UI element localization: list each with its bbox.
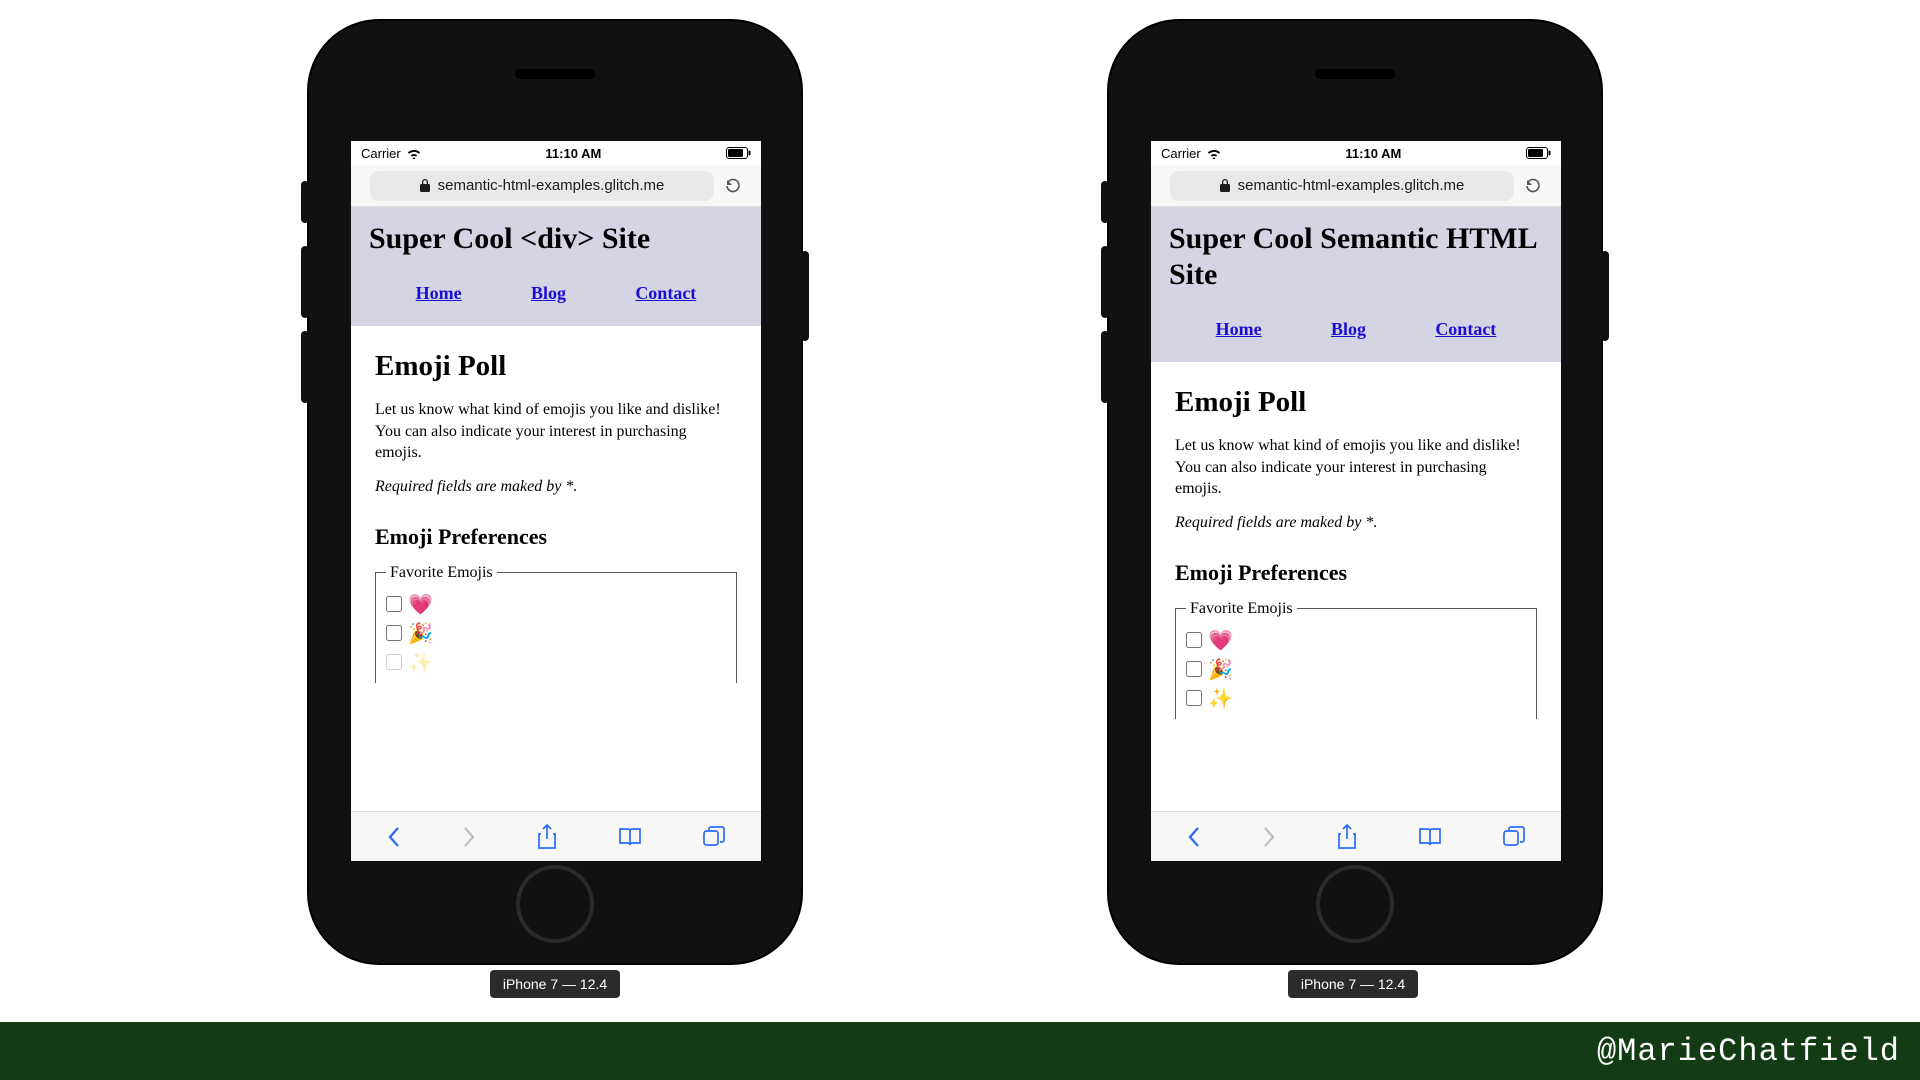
emoji-label: ✨ <box>408 650 433 675</box>
emoji-label: 💗 <box>408 592 433 617</box>
nav-contact[interactable]: Contact <box>635 283 696 304</box>
nav-contact[interactable]: Contact <box>1435 319 1496 340</box>
required-note: Required fields are maked by *. <box>1175 514 1537 532</box>
battery-icon <box>1526 147 1551 159</box>
url-text: semantic-html-examples.glitch.me <box>1238 177 1465 194</box>
site-header: Super Cool Semantic HTML Site Home Blog … <box>1151 207 1561 362</box>
fieldset-legend: Favorite Emojis <box>386 564 497 582</box>
phone-right: Carrier 11:10 AM semantic-html-examples.… <box>1109 21 1601 963</box>
emoji-label: ✨ <box>1208 686 1233 711</box>
phone-left: Carrier 11:10 AM semantic-html-examples.… <box>309 21 801 963</box>
mute-switch <box>301 181 309 223</box>
attribution: @MarieChatfield <box>1597 1033 1900 1070</box>
carrier-label: Carrier <box>361 146 401 161</box>
mute-switch <box>1101 181 1109 223</box>
site-nav: Home Blog Contact <box>369 283 743 304</box>
forward-button[interactable] <box>462 826 476 848</box>
url-field[interactable]: semantic-html-examples.glitch.me <box>370 171 714 201</box>
page-body: Emoji Poll Let us know what kind of emoj… <box>351 326 761 707</box>
tabs-button[interactable] <box>1503 826 1525 848</box>
emoji-checkbox[interactable] <box>386 654 402 670</box>
volume-down-button <box>301 331 309 403</box>
wifi-icon <box>407 148 421 159</box>
nav-home[interactable]: Home <box>1216 319 1262 340</box>
page-heading: Emoji Poll <box>375 350 737 383</box>
emoji-label: 🎉 <box>1208 657 1233 682</box>
back-button[interactable] <box>387 826 401 848</box>
safari-toolbar <box>1151 811 1561 861</box>
wifi-icon <box>1207 148 1221 159</box>
screen-left: Carrier 11:10 AM semantic-html-examples.… <box>351 141 761 861</box>
nav-home[interactable]: Home <box>416 283 462 304</box>
refresh-button[interactable] <box>1524 177 1542 195</box>
intro-text: Let us know what kind of emojis you like… <box>1175 435 1537 500</box>
page-body: Emoji Poll Let us know what kind of emoj… <box>1151 362 1561 743</box>
url-text: semantic-html-examples.glitch.me <box>438 177 665 194</box>
emoji-option[interactable]: 💗 <box>1186 628 1526 653</box>
intro-text: Let us know what kind of emojis you like… <box>375 399 737 464</box>
emoji-option[interactable]: 🎉 <box>1186 657 1526 682</box>
bookmarks-button[interactable] <box>1418 827 1442 847</box>
webpage-left: Super Cool <div> Site Home Blog Contact … <box>351 207 761 811</box>
device-label-right: iPhone 7 — 12.4 <box>1288 970 1418 998</box>
emoji-option[interactable]: ✨ <box>386 650 726 675</box>
section-heading: Emoji Preferences <box>1175 560 1537 586</box>
emoji-option[interactable]: 💗 <box>386 592 726 617</box>
emoji-checkbox[interactable] <box>1186 690 1202 706</box>
url-field[interactable]: semantic-html-examples.glitch.me <box>1170 171 1514 201</box>
volume-up-button <box>301 246 309 318</box>
power-button <box>801 251 809 341</box>
address-bar: semantic-html-examples.glitch.me <box>351 165 761 207</box>
speaker-grille <box>515 69 595 79</box>
carrier-label: Carrier <box>1161 146 1201 161</box>
speaker-grille <box>1315 69 1395 79</box>
fieldset-legend: Favorite Emojis <box>1186 600 1297 618</box>
emoji-checkbox[interactable] <box>1186 632 1202 648</box>
screen-right: Carrier 11:10 AM semantic-html-examples.… <box>1151 141 1561 861</box>
lock-icon <box>420 179 430 192</box>
power-button <box>1601 251 1609 341</box>
emoji-checkbox[interactable] <box>386 625 402 641</box>
emoji-label: 🎉 <box>408 621 433 646</box>
safari-toolbar <box>351 811 761 861</box>
site-nav: Home Blog Contact <box>1169 319 1543 340</box>
emoji-checkbox[interactable] <box>1186 661 1202 677</box>
tabs-button[interactable] <box>703 826 725 848</box>
refresh-button[interactable] <box>724 177 742 195</box>
address-bar: semantic-html-examples.glitch.me <box>1151 165 1561 207</box>
status-bar: Carrier 11:10 AM <box>1151 141 1561 165</box>
forward-button[interactable] <box>1262 826 1276 848</box>
emoji-checkbox[interactable] <box>386 596 402 612</box>
nav-blog[interactable]: Blog <box>531 283 566 304</box>
emoji-label: 💗 <box>1208 628 1233 653</box>
site-header: Super Cool <div> Site Home Blog Contact <box>351 207 761 326</box>
back-button[interactable] <box>1187 826 1201 848</box>
share-button[interactable] <box>537 824 557 850</box>
lock-icon <box>1220 179 1230 192</box>
site-title: Super Cool <div> Site <box>369 221 743 257</box>
device-label-left: iPhone 7 — 12.4 <box>490 970 620 998</box>
emoji-option[interactable]: ✨ <box>1186 686 1526 711</box>
favorite-emojis-fieldset: Favorite Emojis 💗 🎉 ✨ <box>375 564 737 683</box>
status-bar: Carrier 11:10 AM <box>351 141 761 165</box>
section-heading: Emoji Preferences <box>375 524 737 550</box>
webpage-right: Super Cool Semantic HTML Site Home Blog … <box>1151 207 1561 811</box>
clock-label: 11:10 AM <box>545 146 601 161</box>
clock-label: 11:10 AM <box>1345 146 1401 161</box>
share-button[interactable] <box>1337 824 1357 850</box>
volume-down-button <box>1101 331 1109 403</box>
favorite-emojis-fieldset: Favorite Emojis 💗 🎉 ✨ <box>1175 600 1537 719</box>
emoji-option[interactable]: 🎉 <box>386 621 726 646</box>
bookmarks-button[interactable] <box>618 827 642 847</box>
home-button[interactable] <box>1316 865 1394 943</box>
page-heading: Emoji Poll <box>1175 386 1537 419</box>
nav-blog[interactable]: Blog <box>1331 319 1366 340</box>
battery-icon <box>726 147 751 159</box>
site-title: Super Cool Semantic HTML Site <box>1169 221 1543 293</box>
home-button[interactable] <box>516 865 594 943</box>
volume-up-button <box>1101 246 1109 318</box>
required-note: Required fields are maked by *. <box>375 478 737 496</box>
